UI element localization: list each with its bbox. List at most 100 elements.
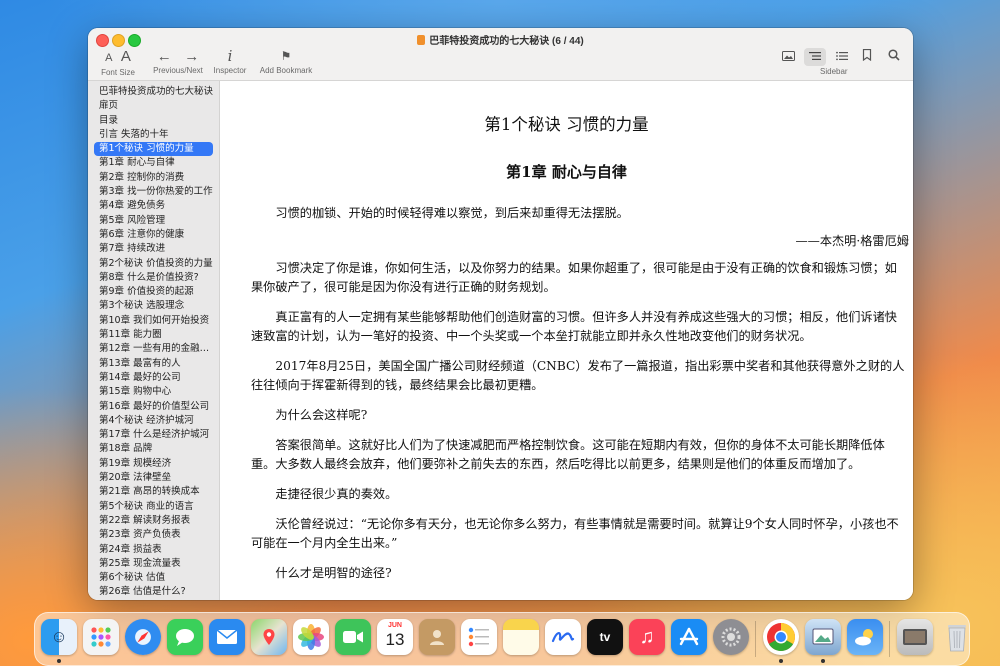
calendar-month: JUN [387, 622, 402, 629]
toc-item[interactable]: 第21章 高昂的转换成本 [88, 485, 219, 499]
toc-sidebar: 巴菲特投资成功的七大秘诀 扉页 目录 引言 失落的十年 第1个秘诀 习惯的力量 第1章 耐… [88, 81, 220, 600]
paragraph: 2017年8月25日，美国全国广播公司财经频道（CNBC）发布了一篇报道，指出彩… [251, 359, 905, 392]
toc-item[interactable]: 第13章 最富有的人 [88, 357, 219, 371]
arrow-left-icon[interactable]: ← [157, 48, 172, 65]
messages-icon[interactable] [167, 619, 203, 655]
toc-view-button[interactable] [804, 48, 826, 66]
search-button[interactable] [883, 48, 905, 66]
reader-window: 巴菲特投资成功的七大秘诀 (6 / 44) A A Font Size ← → … [88, 28, 913, 600]
image-view-button[interactable] [777, 48, 799, 66]
toc-item[interactable]: 第22章 解读财务报表 [88, 514, 219, 528]
toc-item[interactable]: 第20章 法律壁垒 [88, 471, 219, 485]
app-store-icon[interactable] [671, 619, 707, 655]
toc-item[interactable]: 第1章 耐心与自律 [88, 156, 219, 170]
apple-tv-icon[interactable]: tv [587, 619, 623, 655]
epigraph: 习惯的枷锁、开始的时候轻得难以察觉，到后来却重得无法摆脱。 [275, 206, 629, 220]
font-large-icon: A [120, 48, 131, 65]
toc-item[interactable]: 第6个秘诀 估值 [88, 571, 219, 585]
toc-item[interactable]: 第5章 风险管理 [88, 214, 219, 228]
window-title: 巴菲特投资成功的七大秘诀 (6 / 44) [88, 32, 913, 47]
chrome-icon[interactable] [763, 619, 799, 655]
toc-item[interactable]: 第1个秘诀 习惯的力量 [94, 142, 213, 157]
running-indicator [779, 659, 783, 663]
toc-item[interactable]: 第9章 价值投资的起源 [88, 285, 219, 299]
paragraph: 习惯决定了你是谁，你如何生活，以及你努力的结果。如果你超重了，很可能是由于没有正… [251, 261, 897, 294]
running-indicator [57, 659, 61, 663]
font-size-button[interactable]: A A Font Size [98, 48, 138, 77]
toc-item[interactable]: 第24章 损益表 [88, 543, 219, 557]
photos-icon[interactable] [293, 619, 329, 655]
running-indicator [821, 659, 825, 663]
bookmarks-view-button[interactable] [856, 48, 878, 66]
toc-item[interactable]: 第26章 估值是什么? [88, 585, 219, 599]
tv-label: tv [599, 630, 611, 644]
photo-icon [781, 51, 795, 61]
bookmark-plus-icon: ⚑ [280, 49, 292, 63]
toc-item[interactable]: 引言 失落的十年 [88, 128, 219, 142]
maps-icon[interactable] [251, 619, 287, 655]
toc-item[interactable]: 扉页 [88, 99, 219, 113]
reminders-icon[interactable] [461, 619, 497, 655]
notes-icon[interactable] [503, 619, 539, 655]
paragraph: 什么才是明智的途径? [275, 566, 392, 580]
toc-item[interactable]: 第15章 购物中心 [88, 385, 219, 399]
facetime-icon[interactable] [335, 619, 371, 655]
preview-icon[interactable] [805, 619, 841, 655]
launchpad-icon[interactable] [83, 619, 119, 655]
safari-icon[interactable] [125, 619, 161, 655]
arrow-right-icon[interactable]: → [184, 48, 199, 65]
toc-item[interactable]: 第14章 最好的公司 [88, 371, 219, 385]
system-settings-icon[interactable] [713, 619, 749, 655]
toc-item[interactable]: 第2个秘诀 价值投资的力量 [88, 257, 219, 271]
toc-item[interactable]: 第10章 我们如何开始投资 [88, 314, 219, 328]
toc-item[interactable]: 第25章 现金流量表 [88, 557, 219, 571]
calendar-icon[interactable]: JUN 13 [377, 619, 413, 655]
part-heading: 第1个秘诀 习惯的力量 [484, 115, 649, 134]
weather-icon[interactable] [847, 619, 883, 655]
toc-item[interactable]: 第23章 资产负债表 [88, 528, 219, 542]
toc-item[interactable]: 第4个秘诀 经济护城河 [88, 414, 219, 428]
toc-item[interactable]: 第8章 什么是价值投资? [88, 271, 219, 285]
dock: ☺ JUN 13 tv ♫ [34, 612, 970, 666]
paragraph: 为什么会这样呢? [275, 408, 368, 422]
toc-item[interactable]: 第2章 控制你的消费 [88, 171, 219, 185]
toc-item[interactable]: 目录 [88, 114, 219, 128]
music-icon[interactable]: ♫ [629, 619, 665, 655]
reading-pane: 第1个秘诀 习惯的力量 第1章 耐心与自律 习惯的枷锁、开始的时候轻得难以察觉，… [220, 81, 913, 600]
screenshot-thumbnail-icon[interactable] [897, 619, 933, 655]
toc-item[interactable]: 第18章 品牌 [88, 442, 219, 456]
calendar-day: 13 [385, 630, 405, 649]
toc-item[interactable]: 第11章 能力圈 [88, 328, 219, 342]
book-icon [417, 35, 426, 45]
add-bookmark-button[interactable]: ⚑ Add Bookmark [256, 48, 316, 75]
freeform-icon[interactable] [545, 619, 581, 655]
inspector-label: Inspector [213, 66, 247, 75]
prev-next-label: Previous/Next [153, 66, 203, 75]
toc-item[interactable]: 第19章 规模经济 [88, 457, 219, 471]
toc-list: 巴菲特投资成功的七大秘诀 扉页 目录 引言 失落的十年 第1个秘诀 习惯的力量 第1章 耐… [88, 81, 219, 600]
toc-item[interactable]: 第3个秘诀 选股理念 [88, 299, 219, 313]
trash-icon[interactable] [939, 619, 975, 655]
toc-item[interactable]: 第12章 一些有用的金融术语 [88, 342, 219, 356]
sidebar-label: Sidebar [820, 67, 848, 76]
toc-item[interactable]: 第17章 什么是经济护城河 [88, 428, 219, 442]
prev-next-control[interactable]: ← → Previous/Next [148, 48, 208, 75]
toc-item[interactable]: 第16章 最好的价值型公司 [88, 400, 219, 414]
inspector-button[interactable]: i Inspector [212, 48, 248, 76]
toc-item[interactable]: 第6章 注意你的健康 [88, 228, 219, 242]
toc-item[interactable]: 第7章 持续改进 [88, 242, 219, 256]
toc-item[interactable]: 第5个秘诀 商业的语言 [88, 500, 219, 514]
bookmark-icon [862, 48, 872, 62]
toc-item[interactable]: 第3章 找一份你热爱的工作 [88, 185, 219, 199]
toc-item[interactable]: 第4章 避免债务 [88, 199, 219, 213]
contacts-icon[interactable] [419, 619, 455, 655]
paragraph: 走捷径很少真的奏效。 [275, 487, 398, 501]
mail-icon[interactable] [209, 619, 245, 655]
indented-list-icon [809, 52, 821, 60]
dock-separator [755, 621, 756, 657]
font-size-label: Font Size [101, 68, 135, 77]
finder-icon[interactable]: ☺ [41, 619, 77, 655]
dock-separator [889, 621, 890, 657]
list-view-button[interactable] [831, 48, 853, 66]
toc-item[interactable]: 巴菲特投资成功的七大秘诀 [88, 85, 219, 99]
